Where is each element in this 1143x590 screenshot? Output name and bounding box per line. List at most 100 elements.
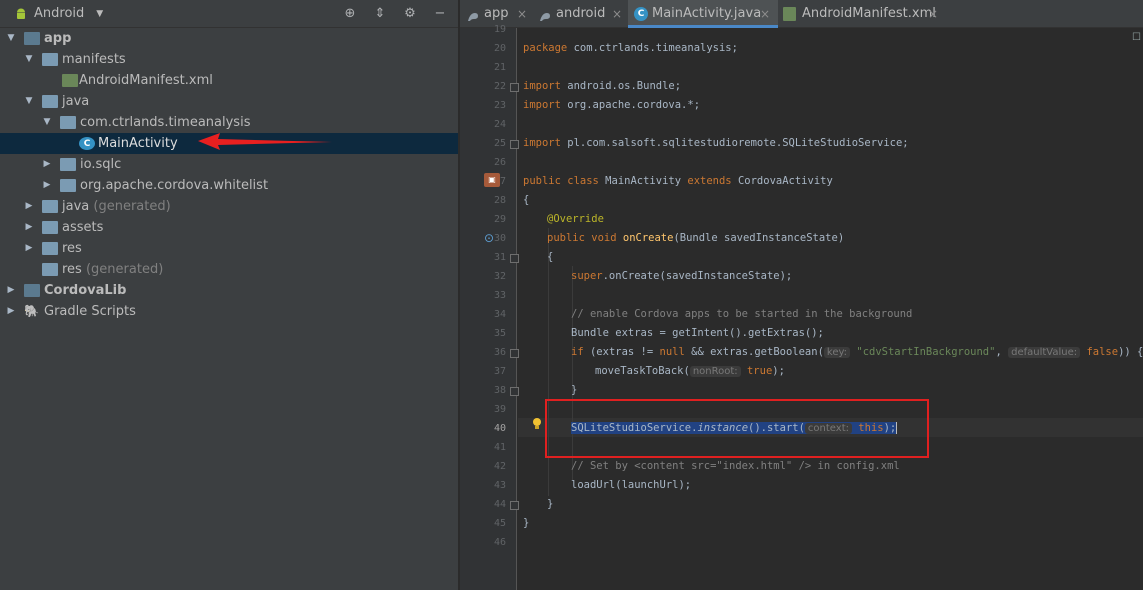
collapse-all-icon[interactable]: ⇕	[372, 6, 388, 22]
tree-item-assets[interactable]: ▶ assets	[0, 217, 458, 238]
collapsed-arrow-icon[interactable]: ▶	[6, 280, 16, 301]
fold-marker-icon[interactable]	[510, 349, 519, 358]
collapsed-arrow-icon[interactable]: ▶	[24, 217, 34, 238]
line-number: 38	[493, 385, 506, 396]
tree-item-label: java (generated)	[62, 199, 171, 214]
tree-item-gradle-scripts[interactable]: ▶ 🐘 Gradle Scripts	[0, 301, 458, 322]
line-number: 39	[493, 404, 506, 415]
expanded-arrow-icon[interactable]: ▼	[42, 112, 52, 133]
expanded-arrow-icon[interactable]: ▼	[24, 91, 34, 112]
folder-icon	[42, 263, 58, 276]
tree-item-io-sqlc[interactable]: ▶ io.sqlc	[0, 154, 458, 175]
close-icon[interactable]: ×	[928, 0, 938, 28]
folder-icon	[42, 221, 58, 234]
lightbulb-icon[interactable]	[532, 417, 542, 431]
line-number: 33	[493, 290, 506, 301]
tab-mainactivity[interactable]: C MainActivity.java ×	[628, 0, 778, 28]
collapsed-arrow-icon[interactable]: ▶	[6, 301, 16, 322]
fold-marker-icon[interactable]	[510, 387, 519, 396]
tree-item-package[interactable]: ▼ com.ctrlands.timeanalysis	[0, 112, 458, 133]
tree-item-cordovalib[interactable]: ▶ CordovaLib	[0, 280, 458, 301]
expanded-arrow-icon[interactable]: ▼	[24, 49, 34, 70]
close-icon[interactable]: ×	[612, 0, 622, 28]
tree-item-label: java	[62, 94, 90, 109]
code-line-35: Bundle extras = getIntent().getExtras();	[571, 327, 824, 339]
tree-item-label: Gradle Scripts	[44, 304, 136, 319]
minimize-icon[interactable]: −	[432, 6, 448, 22]
code-line-31: {	[547, 251, 554, 263]
param-hint: key:	[823, 347, 851, 358]
project-view-selector[interactable]: Android ▼	[14, 6, 103, 21]
current-line-number: 40	[493, 423, 506, 434]
close-icon[interactable]: ×	[760, 0, 770, 28]
tree-item-manifests[interactable]: ▼ manifests	[0, 49, 458, 70]
fold-marker-icon[interactable]	[510, 140, 519, 149]
close-icon[interactable]: ×	[517, 0, 527, 28]
tree-item-label: com.ctrlands.timeanalysis	[80, 115, 251, 130]
tree-item-label: assets	[62, 220, 104, 235]
locate-icon[interactable]: ⊕	[342, 6, 358, 22]
fold-marker-icon[interactable]	[510, 254, 519, 263]
line-number: 28	[493, 195, 506, 206]
line-number: 29	[493, 214, 506, 225]
tree-item-res-generated[interactable]: res (generated)	[0, 259, 458, 280]
collapsed-arrow-icon[interactable]: ▶	[42, 175, 52, 196]
tree-item-label: org.apache.cordova.whitelist	[80, 178, 269, 193]
collapsed-arrow-icon[interactable]: ▶	[42, 154, 52, 175]
fold-marker-icon[interactable]	[510, 501, 519, 510]
line-number: 43	[493, 480, 506, 491]
class-icon: C	[634, 7, 648, 21]
line-number: 23	[493, 100, 506, 111]
tree-item-res[interactable]: ▶ res	[0, 238, 458, 259]
red-arrow-annotation	[198, 133, 332, 150]
code-line-23: import org.apache.cordova.*;	[523, 99, 701, 111]
package-icon	[60, 179, 76, 192]
code-line-45: }	[523, 517, 530, 529]
fold-marker-icon[interactable]	[510, 83, 519, 92]
editor-tabs: app × android × C MainActivity.java × An…	[460, 0, 1143, 28]
code-line-20: package com.ctrlands.timeanalysis;	[523, 42, 738, 54]
tab-android[interactable]: android ×	[532, 0, 628, 28]
line-number: 46	[493, 537, 506, 548]
manifest-file-icon	[62, 74, 78, 87]
module-icon	[466, 7, 480, 21]
line-number: 41	[493, 442, 506, 453]
tree-item-app[interactable]: ▼ app	[0, 28, 458, 49]
tree-item-java-generated[interactable]: ▶ java (generated)	[0, 196, 458, 217]
generated-suffix: (generated)	[93, 199, 171, 214]
collapsed-arrow-icon[interactable]: ▶	[24, 196, 34, 217]
tree-item-java[interactable]: ▼ java	[0, 91, 458, 112]
tree-item-whitelist[interactable]: ▶ org.apache.cordova.whitelist	[0, 175, 458, 196]
library-module-icon	[24, 284, 40, 297]
manifest-file-icon	[783, 7, 796, 21]
code-line-37: moveTaskToBack(nonRoot: true);	[595, 365, 785, 377]
line-number: 19	[493, 24, 506, 35]
android-icon	[14, 7, 28, 21]
line-number: 34	[493, 309, 506, 320]
activity-gutter-icon[interactable]: ▣	[484, 173, 500, 187]
tree-item-label: AndroidManifest.xml	[79, 73, 213, 88]
code-line-43: loadUrl(launchUrl);	[571, 479, 692, 491]
code-line-22: import android.os.Bundle;	[523, 80, 682, 92]
line-number: 35	[493, 328, 506, 339]
module-icon	[538, 7, 552, 21]
line-number: 45	[493, 518, 506, 529]
gear-icon[interactable]: ⚙	[402, 6, 418, 22]
line-number: 21	[493, 62, 506, 73]
tab-label: android	[556, 6, 606, 21]
code-editor[interactable]: 19 20 21 22 23 24 25 26 27 28 29 30 31 3…	[460, 24, 1143, 590]
tab-label: app	[484, 6, 509, 21]
line-number: 31	[493, 252, 506, 263]
inspection-ok-icon[interactable]: ☐	[1132, 32, 1141, 43]
tree-item-androidmanifest[interactable]: AndroidManifest.xml	[0, 70, 458, 91]
override-gutter-icon[interactable]: ⊙	[484, 231, 498, 245]
module-folder-icon	[24, 32, 40, 45]
line-number: 44	[493, 499, 506, 510]
tree-item-label: CordovaLib	[44, 283, 127, 298]
line-number: 20	[493, 43, 506, 54]
line-number: 24	[493, 119, 506, 130]
expanded-arrow-icon[interactable]: ▼	[6, 28, 16, 49]
tab-androidmanifest[interactable]: AndroidManifest.xml ×	[778, 0, 946, 28]
collapsed-arrow-icon[interactable]: ▶	[24, 238, 34, 259]
package-icon	[60, 158, 76, 171]
